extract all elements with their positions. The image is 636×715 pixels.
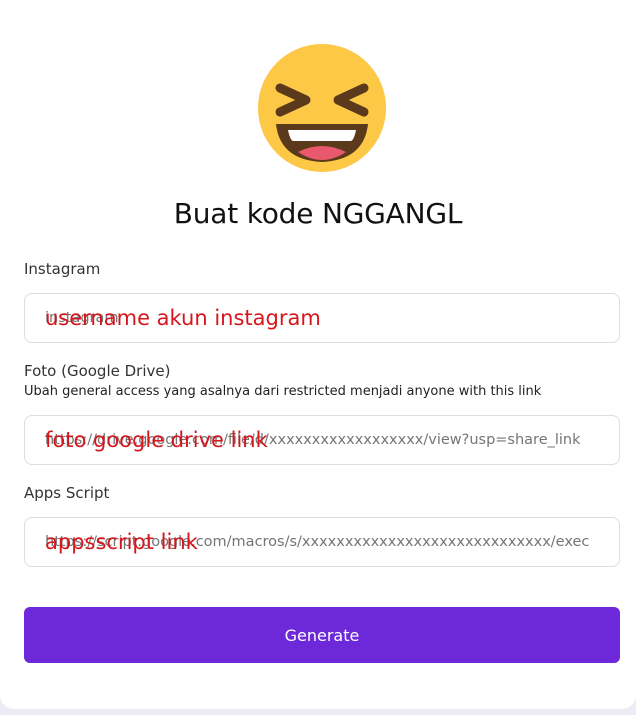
form-card: Buat kode NGGANGL Instagram username aku…: [0, 0, 636, 709]
instagram-field[interactable]: username akun instagram: [24, 293, 620, 343]
instagram-input[interactable]: [25, 294, 619, 342]
grinning-squinting-face-icon: [258, 44, 386, 172]
page-title: Buat kode NGGANGL: [173, 197, 463, 230]
photo-label: Foto (Google Drive): [24, 362, 171, 380]
instagram-label: Instagram: [24, 260, 101, 278]
photo-hint: Ubah general access yang asalnya dari re…: [24, 384, 542, 399]
photo-field[interactable]: foto google drive link: [24, 415, 620, 465]
generate-button[interactable]: Generate: [24, 607, 620, 663]
apps-script-label: Apps Script: [24, 484, 110, 502]
apps-script-field[interactable]: appsscript link: [24, 517, 620, 567]
photo-input[interactable]: [25, 416, 619, 464]
apps-script-input[interactable]: [25, 518, 619, 566]
